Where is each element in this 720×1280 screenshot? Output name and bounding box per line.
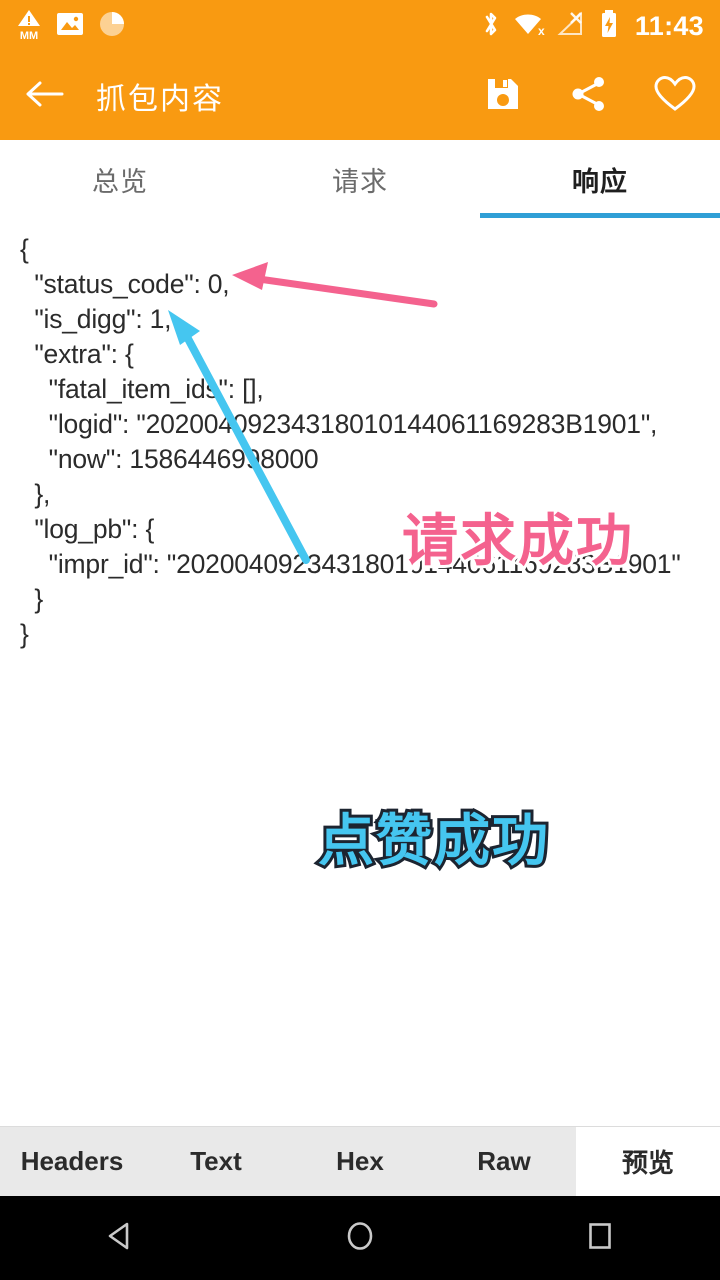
bottom-tab-headers-label: Headers [20, 1146, 124, 1176]
bottom-tab-preview[interactable]: 预览 [576, 1127, 720, 1196]
response-content-area[interactable]: { "status_code": 0, "is_digg": 1, "extra… [0, 218, 720, 1126]
share-button[interactable] [566, 73, 612, 119]
battery-charging-icon [599, 9, 619, 44]
page-title: 抓包内容 [96, 83, 224, 116]
bottom-tab-hex[interactable]: Hex [288, 1127, 432, 1196]
status-bar-left-icons: MM [16, 8, 126, 45]
triangle-back-icon [103, 1219, 137, 1258]
tab-request-label: 请求 [332, 166, 388, 197]
share-icon [570, 75, 608, 118]
back-button[interactable] [22, 73, 68, 119]
bottom-tab-preview-label: 预览 [621, 1148, 674, 1178]
app-screen: MM x 11:43 抓包内容 总览 请求 响应 {"status_code"… [0, 0, 720, 1280]
tab-overview[interactable]: 总览 [0, 140, 240, 218]
annotation-like-success: 点赞成功 [315, 806, 551, 875]
tab-request[interactable]: 请求 [240, 140, 480, 218]
tab-overview-label: 总览 [92, 166, 148, 197]
wifi-off-icon: x [513, 10, 545, 43]
top-tab-bar: 总览 请求 响应 [0, 140, 720, 218]
circle-progress-icon [98, 10, 126, 43]
bottom-tab-hex-label: Hex [336, 1146, 384, 1176]
svg-text:x: x [538, 24, 545, 38]
nav-recents-button[interactable] [555, 1196, 645, 1280]
status-bar-right-icons: x 11:43 [481, 9, 704, 44]
arrow-left-icon [25, 78, 65, 115]
nav-home-button[interactable] [315, 1196, 405, 1280]
app-bar: 抓包内容 [0, 52, 720, 140]
favorite-button[interactable] [652, 73, 698, 119]
android-nav-bar [0, 1196, 720, 1280]
square-recents-icon [583, 1219, 617, 1258]
bottom-tab-raw[interactable]: Raw [432, 1127, 576, 1196]
bottom-tab-headers[interactable]: Headers [0, 1127, 144, 1196]
app-bar-actions [480, 73, 698, 119]
nav-back-button[interactable] [75, 1196, 165, 1280]
warning-mm-icon: MM [16, 8, 42, 45]
circle-home-icon [343, 1219, 377, 1258]
bottom-tab-bar: Headers Text Hex Raw 预览 [0, 1126, 720, 1196]
tab-response-label: 响应 [572, 166, 628, 197]
bottom-tab-text-label: Text [190, 1146, 242, 1176]
tab-response[interactable]: 响应 [480, 140, 720, 218]
bluetooth-icon [481, 9, 501, 44]
save-button[interactable] [480, 73, 526, 119]
floppy-save-icon [484, 75, 522, 118]
bottom-tab-raw-label: Raw [477, 1146, 531, 1176]
response-json-body: { "status_code": 0, "is_digg": 1, "extra… [20, 234, 681, 649]
heart-icon [654, 75, 696, 118]
status-bar: MM x 11:43 [0, 0, 720, 52]
bottom-tab-text[interactable]: Text [144, 1127, 288, 1196]
signal-off-icon [557, 10, 587, 43]
svg-text:MM: MM [20, 30, 38, 40]
status-bar-clock: 11:43 [634, 10, 704, 41]
image-icon [56, 11, 84, 42]
